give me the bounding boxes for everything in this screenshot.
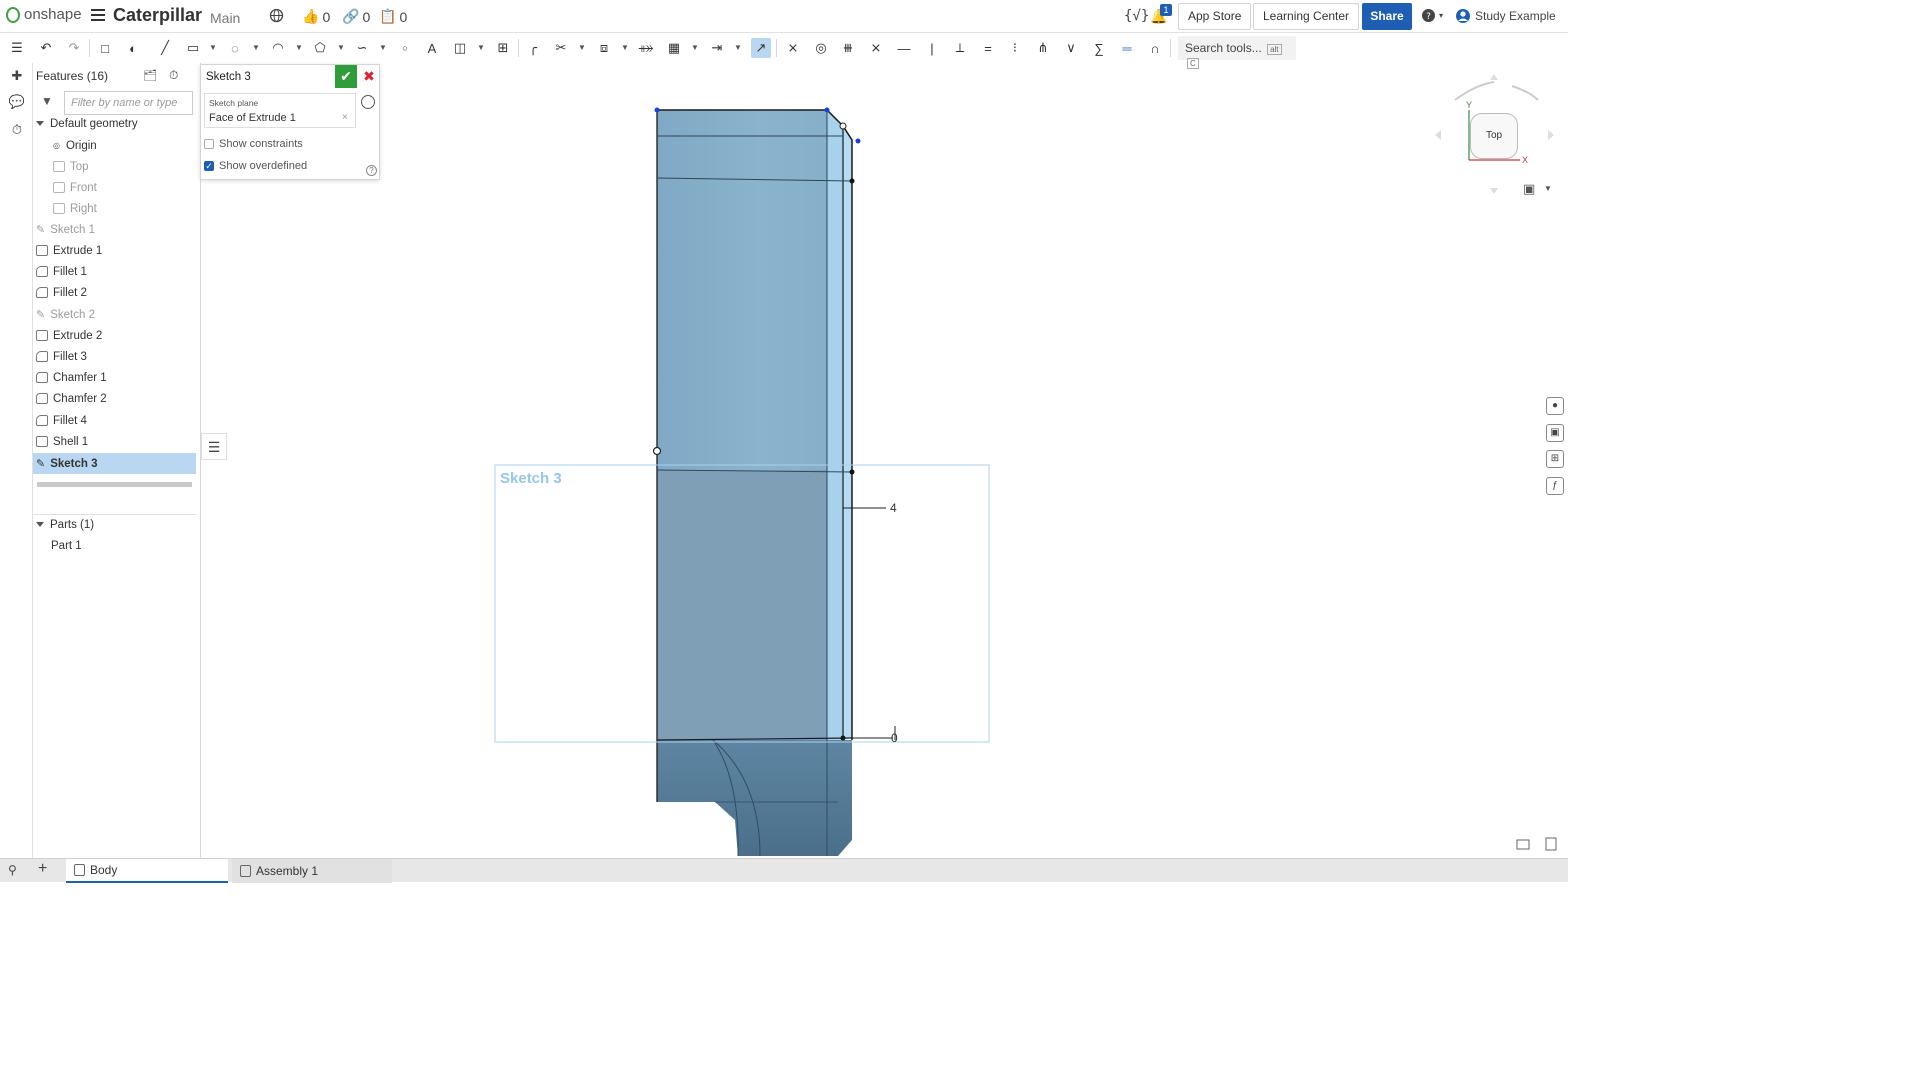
rotate-arrow-icon[interactable] [1511,85,1539,101]
tab-label: Body [90,863,118,877]
view-cube-face-label: Top [1485,130,1503,141]
tab-label: Assembly 1 [256,864,319,878]
measure-icon[interactable] [1545,837,1557,851]
assembly-icon [240,865,251,877]
view-left-arrow-icon[interactable] [1435,130,1441,140]
dimension-value[interactable]: 4 [890,501,897,515]
part-lower-face[interactable] [657,740,852,856]
y-axis-label: Y [1466,100,1473,110]
part-side-face[interactable] [827,110,843,740]
graphics-viewport[interactable] [0,0,1568,882]
sketch-point[interactable] [824,107,830,113]
x-axis-label: X [1522,155,1529,165]
sketch-point[interactable] [849,469,855,475]
sketch-midpoint[interactable] [652,446,662,456]
view-options-cube-icon[interactable]: ▣ [1523,181,1535,197]
view-right-arrow-icon[interactable] [1548,130,1554,140]
view-cube[interactable]: Top [1470,113,1518,159]
tab-body[interactable]: Body [66,859,228,883]
dimension-value[interactable]: 0 [891,731,898,745]
tab-bar: ⚲ + Body Assembly 1 [0,858,1568,883]
sketch-point[interactable] [654,107,660,113]
add-tab-icon[interactable]: + [38,860,47,878]
view-up-arrow-icon[interactable] [1490,74,1498,80]
sketch-name-label: Sketch 3 [500,470,562,487]
part-chamfer-face[interactable] [843,126,852,740]
sketch-region-overlay[interactable] [657,470,827,740]
rotate-arrow-icon[interactable] [1454,81,1495,101]
tab-assembly-1[interactable]: Assembly 1 [232,859,392,883]
mate-connector-icon[interactable]: ⊞ [1546,450,1564,468]
sketch-point[interactable] [839,122,847,130]
chevron-down-icon[interactable]: ▼ [1544,184,1552,193]
units-icon[interactable] [1516,839,1530,850]
tab-search-icon[interactable]: ⚲ [8,863,17,877]
sketch-point[interactable] [849,178,855,184]
appearance-icon[interactable]: ● [1546,397,1564,415]
variables-panel-icon[interactable]: ƒ [1546,477,1564,495]
view-down-arrow-icon[interactable] [1490,188,1498,194]
sketch-point[interactable] [855,138,861,144]
part-studio-icon [74,864,85,876]
parts-icon[interactable]: ▣ [1546,424,1564,442]
